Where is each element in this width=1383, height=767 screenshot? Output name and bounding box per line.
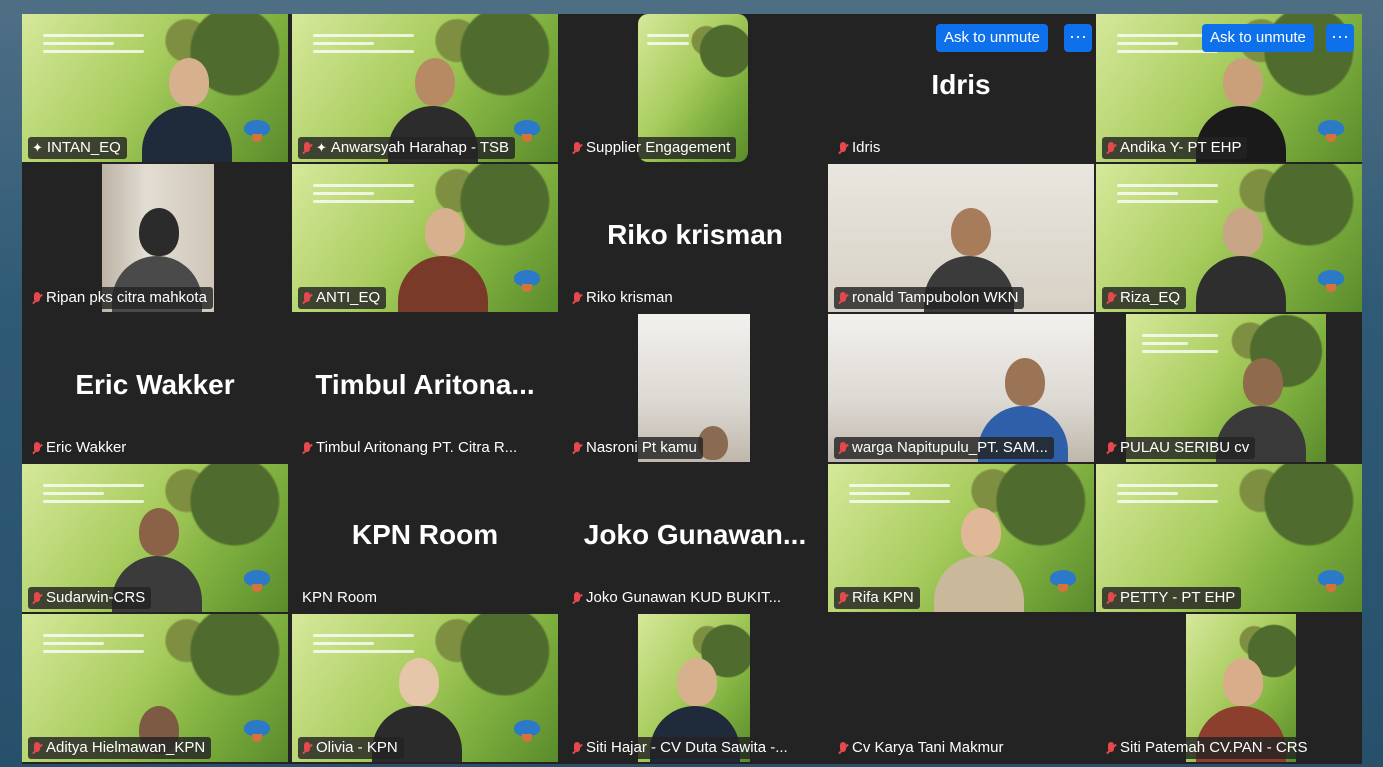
- participant-tile[interactable]: Ask to unmute ··· Andika Y- PT EHP: [1096, 14, 1362, 162]
- participant-name-label: PULAU SERIBU cv: [1102, 437, 1256, 459]
- participant-name-label: Joko Gunawan KUD BUKIT...: [568, 587, 788, 609]
- mic-muted-icon: [302, 291, 312, 305]
- pin-icon: ✦: [316, 140, 327, 155]
- participant-name-label: Olivia - KPN: [298, 737, 404, 759]
- mic-muted-icon: [32, 591, 42, 605]
- participant-tile[interactable]: Riza_EQ: [1096, 164, 1362, 312]
- participant-display-name: Idris: [931, 68, 991, 100]
- participant-tile[interactable]: Aditya Hielmawan_KPN: [22, 614, 288, 762]
- mic-muted-icon: [302, 441, 312, 455]
- participant-name-label: Andika Y- PT EHP: [1102, 137, 1248, 159]
- mic-muted-icon: [838, 741, 848, 755]
- participant-name-label: Riko krisman: [568, 287, 679, 309]
- participant-tile[interactable]: ✦ INTAN_EQ: [22, 14, 288, 162]
- participant-name-label: ANTI_EQ: [298, 287, 387, 309]
- participant-display-name: KPN Room: [351, 518, 499, 550]
- participant-name-label: Timbul Aritonang PT. Citra R...: [298, 437, 524, 459]
- participant-name-label: ronald Tampubolon WKN: [834, 287, 1025, 309]
- participant-name-label: Riza_EQ: [1102, 287, 1187, 309]
- mic-muted-icon: [572, 741, 582, 755]
- participant-tile[interactable]: Eric Wakker Eric Wakker: [22, 314, 288, 462]
- mic-muted-icon: [302, 141, 312, 155]
- more-options-button[interactable]: ···: [1326, 24, 1354, 52]
- participant-tile[interactable]: Siti Hajar - CV Duta Sawita -...: [562, 614, 828, 762]
- participant-name-label: Sudarwin-CRS: [28, 587, 152, 609]
- mic-muted-icon: [32, 291, 42, 305]
- participant-video: [142, 52, 232, 162]
- mic-muted-icon: [838, 591, 848, 605]
- participant-tile-active-speaker[interactable]: ✦ Anwarsyah Harahap - TSB: [292, 14, 558, 162]
- participant-tile[interactable]: KPN Room KPN Room: [292, 464, 558, 612]
- participant-display-name: Riko krisman: [607, 218, 783, 250]
- mic-muted-icon: [838, 141, 848, 155]
- participant-name-label: warga Napitupulu_PT. SAM...: [834, 437, 1054, 459]
- participant-tile[interactable]: Rifa KPN: [828, 464, 1094, 612]
- participant-tile[interactable]: Idris Ask to unmute ··· Idris: [828, 14, 1094, 162]
- participant-name-label: Aditya Hielmawan_KPN: [28, 737, 212, 759]
- participant-name-label: Idris: [834, 137, 887, 159]
- mic-muted-icon: [572, 141, 582, 155]
- participant-tile[interactable]: Ripan pks citra mahkota: [22, 164, 288, 312]
- mic-muted-icon: [572, 591, 582, 605]
- participant-video: [398, 202, 488, 312]
- mic-muted-icon: [1106, 741, 1116, 755]
- mic-muted-icon: [572, 291, 582, 305]
- mic-muted-icon: [572, 441, 582, 455]
- participant-tile[interactable]: Joko Gunawan... Joko Gunawan KUD BUKIT..…: [562, 464, 828, 612]
- participant-tile[interactable]: Riko krisman Riko krisman: [562, 164, 828, 312]
- participant-name-label: PETTY - PT EHP: [1102, 587, 1242, 609]
- gallery-view: ✦ INTAN_EQ ✦ Anwarsyah Harahap - TSB Sup…: [22, 14, 1362, 764]
- mic-muted-icon: [838, 441, 848, 455]
- mic-muted-icon: [1106, 291, 1116, 305]
- mic-muted-icon: [838, 291, 848, 305]
- participant-name-label: KPN Room: [302, 589, 378, 606]
- participant-name-label: Eric Wakker: [28, 437, 133, 459]
- participant-tile[interactable]: PULAU SERIBU cv: [1096, 314, 1362, 462]
- ask-to-unmute-button[interactable]: Ask to unmute: [936, 24, 1048, 52]
- participant-name-label: Rifa KPN: [834, 587, 920, 609]
- participant-video: [934, 502, 1024, 612]
- participant-name-label: ✦ Anwarsyah Harahap - TSB: [298, 137, 516, 159]
- participant-display-name: Joko Gunawan...: [583, 518, 807, 550]
- participant-tile[interactable]: warga Napitupulu_PT. SAM...: [828, 314, 1094, 462]
- mic-muted-icon: [302, 741, 312, 755]
- participant-name-label: Cv Karya Tani Makmur: [834, 737, 1010, 759]
- participant-display-name: Eric Wakker: [75, 368, 235, 400]
- participant-tile[interactable]: ronald Tampubolon WKN: [828, 164, 1094, 312]
- ask-to-unmute-button[interactable]: Ask to unmute: [1202, 24, 1314, 52]
- mic-muted-icon: [1106, 141, 1116, 155]
- participant-tile[interactable]: PETTY - PT EHP: [1096, 464, 1362, 612]
- participant-name-label: ✦ INTAN_EQ: [28, 137, 127, 159]
- participant-name-label: Supplier Engagement: [568, 137, 737, 159]
- mic-muted-icon: [1106, 591, 1116, 605]
- participant-tile[interactable]: Siti Patemah CV.PAN - CRS: [1096, 614, 1362, 762]
- participant-tile[interactable]: Sudarwin-CRS: [22, 464, 288, 612]
- participant-video: [1196, 202, 1286, 312]
- mic-muted-icon: [32, 741, 42, 755]
- participant-name-label: Siti Patemah CV.PAN - CRS: [1102, 737, 1314, 759]
- participant-tile[interactable]: Cv Karya Tani Makmur: [828, 614, 1094, 762]
- participant-tile[interactable]: Olivia - KPN: [292, 614, 558, 762]
- participant-display-name: Timbul Aritona...: [315, 368, 535, 400]
- participant-name-label: Siti Hajar - CV Duta Sawita -...: [568, 737, 794, 759]
- participant-tile[interactable]: ANTI_EQ: [292, 164, 558, 312]
- participant-name-label: Ripan pks citra mahkota: [28, 287, 213, 309]
- participant-tile[interactable]: Supplier Engagement: [562, 14, 828, 162]
- more-options-button[interactable]: ···: [1064, 24, 1092, 52]
- participant-name-label: Nasroni Pt kamu: [568, 437, 703, 459]
- mic-muted-icon: [32, 441, 42, 455]
- pin-icon: ✦: [32, 140, 43, 155]
- participant-tile[interactable]: Nasroni Pt kamu: [562, 314, 828, 462]
- mic-muted-icon: [1106, 441, 1116, 455]
- participant-tile[interactable]: Timbul Aritona... Timbul Aritonang PT. C…: [292, 314, 558, 462]
